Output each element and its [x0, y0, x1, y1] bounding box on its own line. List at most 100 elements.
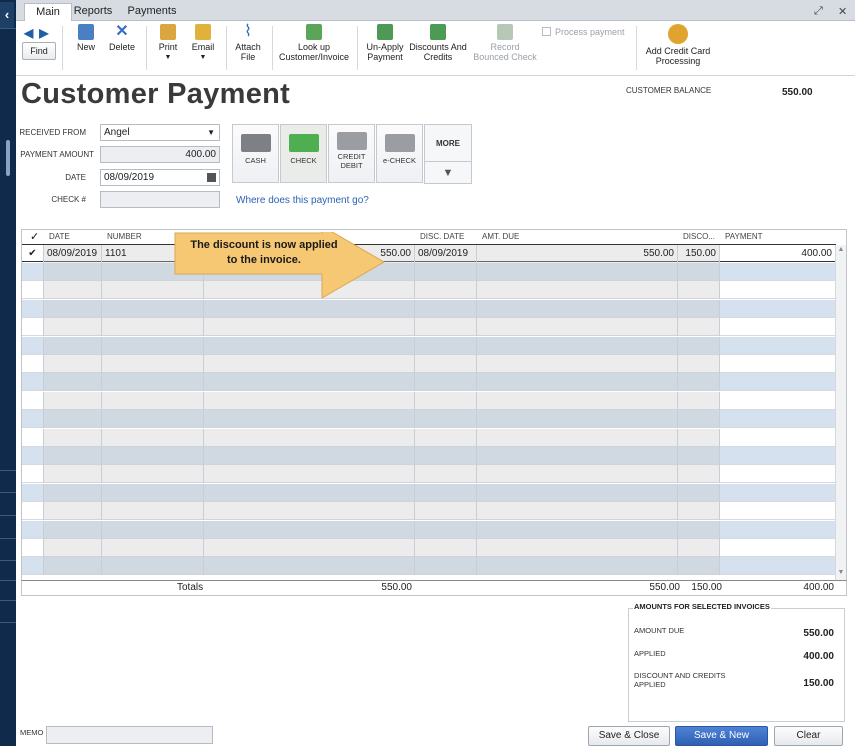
- clear-button[interactable]: Clear: [774, 726, 843, 746]
- bounced-check-icon: [497, 24, 513, 40]
- grid-cell: [678, 391, 720, 410]
- print-button[interactable]: Print ▼: [154, 24, 182, 63]
- new-label: New: [76, 42, 95, 52]
- collapse-chevron-icon[interactable]: ‹: [0, 2, 14, 28]
- find-button[interactable]: Find: [22, 42, 56, 60]
- table-row[interactable]: [22, 318, 836, 337]
- table-row[interactable]: [22, 410, 836, 429]
- tab-reports[interactable]: Reports: [72, 3, 114, 21]
- table-row[interactable]: [22, 428, 836, 447]
- table-row[interactable]: [22, 447, 836, 465]
- process-payment-checkbox[interactable]: Process payment: [542, 27, 632, 37]
- tab-main[interactable]: Main: [24, 3, 72, 21]
- record-bounced-check-button[interactable]: Record Bounced Check: [472, 24, 538, 62]
- record-label-1: Record: [490, 42, 520, 52]
- attach-file-button[interactable]: ⌇ Attach File: [230, 24, 266, 63]
- lookup-customer-invoice-button[interactable]: Look up Customer/Invoice: [278, 24, 350, 62]
- scroll-down-icon[interactable]: ▼: [836, 569, 846, 579]
- record-label-2: Bounced Check: [473, 52, 537, 62]
- prev-next-arrows-icon[interactable]: ◀▶: [24, 26, 54, 40]
- where-payment-goes-link[interactable]: Where does this payment go?: [236, 195, 369, 206]
- grid-cell: [102, 336, 204, 355]
- save-new-button[interactable]: Save & New: [675, 726, 768, 746]
- totals-orig-amt: 550.00: [381, 582, 412, 593]
- col-payment-header[interactable]: PAYMENT: [725, 232, 762, 241]
- close-icon[interactable]: ✕: [838, 5, 847, 18]
- grid-cell: [720, 483, 836, 502]
- customer-balance-value: 550.00: [782, 87, 813, 98]
- grid-cell: [678, 428, 720, 447]
- new-button[interactable]: New: [72, 24, 100, 52]
- row-disc-date: 08/09/2019: [415, 245, 477, 263]
- col-disc-date-header[interactable]: DISC. DATE: [420, 232, 464, 241]
- grid-cell: [720, 428, 836, 447]
- memo-input[interactable]: [46, 726, 213, 744]
- col-amt-due-header[interactable]: AMT. DUE: [482, 232, 519, 241]
- table-row[interactable]: [22, 355, 836, 373]
- discounts-credits-button[interactable]: Discounts And Credits: [408, 24, 468, 62]
- table-row[interactable]: [22, 557, 836, 576]
- payment-amount-input[interactable]: 400.00: [100, 146, 220, 163]
- col-number-header[interactable]: NUMBER: [107, 232, 142, 241]
- grid-cell: [415, 299, 477, 318]
- totals-discount: 150.00: [691, 582, 722, 593]
- table-row[interactable]: [22, 483, 836, 502]
- payment-method-cash[interactable]: CASH: [232, 124, 279, 183]
- callout-line-2: to the invoice.: [227, 254, 301, 266]
- lookup-label-2: Customer/Invoice: [278, 52, 350, 62]
- grid-scrollbar[interactable]: ▲ ▼: [835, 245, 846, 580]
- payment-method-check[interactable]: CHECK: [280, 124, 327, 183]
- grid-cell: [44, 465, 102, 484]
- row-amt-due: 550.00: [477, 245, 678, 263]
- divider: [146, 26, 147, 70]
- select-all-check-header[interactable]: ✓: [30, 230, 39, 243]
- table-row[interactable]: [22, 336, 836, 355]
- grid-cell: [477, 336, 678, 355]
- table-row[interactable]: [22, 520, 836, 539]
- echeck-label: e-CHECK: [383, 156, 416, 165]
- email-button[interactable]: Email ▼: [188, 24, 218, 63]
- chevron-down-icon[interactable]: ▼: [425, 163, 471, 183]
- divider: [0, 28, 16, 29]
- row-payment[interactable]: 400.00: [720, 245, 836, 263]
- credit-label-2: DEBIT: [340, 161, 363, 170]
- table-row[interactable]: [22, 502, 836, 521]
- grid-cell: [477, 318, 678, 337]
- table-row[interactable]: [22, 299, 836, 318]
- grid-cell: [22, 447, 44, 465]
- expand-icon[interactable]: ⤢: [814, 5, 823, 18]
- table-row[interactable]: [22, 465, 836, 484]
- col-date-header[interactable]: DATE: [49, 232, 70, 241]
- tab-payments[interactable]: Payments: [124, 3, 180, 21]
- scroll-up-icon[interactable]: ▲: [836, 246, 846, 256]
- table-row[interactable]: [22, 263, 836, 281]
- sidebar-scroll-thumb[interactable]: [6, 140, 10, 176]
- add-credit-card-processing-button[interactable]: Add Credit Card Processing: [642, 24, 714, 66]
- lookup-label-1: Look up: [297, 42, 331, 52]
- more-payment-methods[interactable]: MORE ▼: [424, 124, 472, 184]
- applied-value: 400.00: [803, 651, 834, 662]
- table-row[interactable]: ✔ 08/09/2019 1101 550.00 08/09/2019 550.…: [22, 244, 836, 263]
- grid-cell: [204, 299, 415, 318]
- table-row[interactable]: [22, 373, 836, 392]
- grid-cell: [44, 502, 102, 521]
- calendar-icon[interactable]: [207, 173, 216, 182]
- grid-cell: [477, 447, 678, 465]
- applied-label: APPLIED: [634, 649, 666, 658]
- check-number-input[interactable]: [100, 191, 220, 208]
- save-close-button[interactable]: Save & Close: [588, 726, 670, 746]
- date-input[interactable]: 08/09/2019: [100, 169, 220, 186]
- grid-cell: [22, 263, 44, 281]
- table-row[interactable]: [22, 539, 836, 557]
- payment-method-echeck[interactable]: e-CHECK: [376, 124, 423, 183]
- col-discount-header[interactable]: DISCO...: [683, 232, 715, 241]
- table-row[interactable]: [22, 391, 836, 410]
- unapply-payment-button[interactable]: Un-Apply Payment: [362, 24, 408, 62]
- invoice-grid: ✓ DATE NUMBER DISC. DATE AMT. DUE DISCO.…: [21, 229, 847, 581]
- payment-method-credit-debit[interactable]: CREDIT DEBIT: [328, 124, 375, 183]
- row-check-icon[interactable]: ✔: [22, 245, 44, 263]
- table-row[interactable]: [22, 281, 836, 300]
- delete-button[interactable]: ✕ Delete: [106, 24, 138, 53]
- received-from-dropdown[interactable]: Angel ▼: [100, 124, 220, 141]
- grid-cell: [477, 520, 678, 539]
